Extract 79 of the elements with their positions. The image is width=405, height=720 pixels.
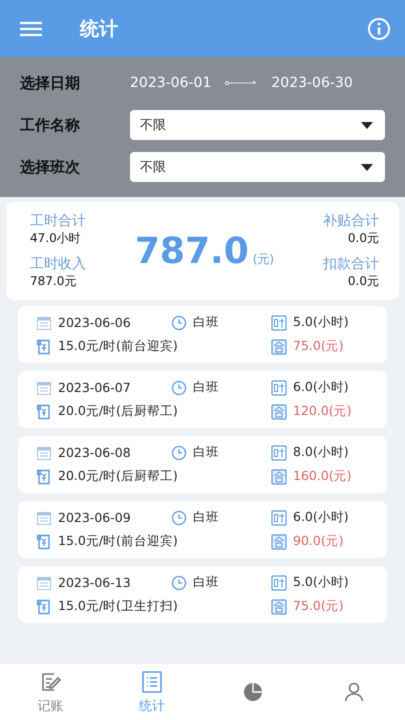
record-rate: 15.0元/时(前台迎宾)	[58, 533, 178, 550]
person-icon	[342, 680, 366, 704]
clock-icon	[171, 510, 187, 526]
record-date: 2023-06-08	[58, 445, 131, 460]
scroll-icon	[36, 598, 52, 614]
dropdown-icon	[361, 164, 373, 170]
record-card[interactable]: 2023-06-06 白班 5.0(小时) 15.0元/时(前台迎宾) 75.0(元)	[18, 306, 387, 363]
record-date: 2023-06-07	[58, 380, 131, 395]
stat-label: 工时合计	[30, 212, 86, 230]
menu-icon[interactable]	[20, 20, 42, 36]
work-label: 工作名称	[20, 116, 81, 134]
shift-dropdown[interactable]: 不限	[130, 152, 385, 182]
record-card[interactable]: 2023-06-07 白班 6.0(小时) 20.0元/时(后厨帮工) 120.0(元)	[18, 371, 387, 428]
stat-label: 扣款合计	[323, 255, 379, 273]
clock-icon	[171, 574, 187, 590]
total-icon	[271, 338, 287, 354]
total-icon	[271, 534, 287, 550]
total-icon	[271, 404, 287, 420]
work-dropdown[interactable]: 不限	[130, 110, 385, 140]
shift-label: 选择班次	[20, 158, 81, 176]
record-rate: 15.0元/时(卫生打扫)	[58, 598, 178, 615]
record-amount: 160.0(元)	[293, 468, 352, 485]
record-rate: 15.0元/时(前台迎宾)	[58, 338, 178, 355]
page-title: 统计	[80, 16, 119, 42]
arrow-icon	[225, 80, 258, 86]
record-date: 2023-06-06	[58, 315, 131, 330]
hour-icon	[271, 444, 287, 460]
stat-value: 0.0元	[348, 230, 379, 247]
record-amount: 90.0(元)	[293, 533, 344, 550]
scroll-icon	[36, 338, 52, 354]
scroll-icon	[36, 534, 52, 550]
hour-icon	[271, 510, 287, 526]
hour-icon	[271, 574, 287, 590]
info-icon[interactable]	[367, 16, 391, 40]
total-icon	[271, 468, 287, 484]
stat-value: 47.0小时	[30, 230, 82, 247]
scroll-icon	[36, 468, 52, 484]
record-date: 2023-06-13	[58, 575, 131, 590]
hour-icon	[271, 314, 287, 330]
record-hours: 6.0(小时)	[293, 379, 349, 396]
record-date: 2023-06-09	[58, 510, 131, 525]
calendar-icon	[36, 380, 52, 396]
record-amount: 75.0(元)	[293, 338, 344, 355]
record-hours: 5.0(小时)	[293, 574, 349, 591]
calendar-icon	[36, 574, 52, 590]
record-hours: 5.0(小时)	[293, 314, 349, 331]
record-card[interactable]: 2023-06-09 白班 6.0(小时) 15.0元/时(前台迎宾) 90.0(元)	[18, 501, 387, 558]
record-shift: 白班	[193, 509, 219, 526]
scroll-icon	[36, 404, 52, 420]
record-shift: 白班	[193, 444, 219, 461]
hour-icon	[271, 380, 287, 396]
record-shift: 白班	[193, 574, 219, 591]
total-amount: 787.0	[134, 230, 249, 272]
stat-label: 补贴合计	[323, 212, 379, 230]
calendar-icon	[36, 510, 52, 526]
stat-value: 787.0元	[30, 273, 78, 290]
date-label: 选择日期	[20, 74, 81, 92]
record-hours: 6.0(小时)	[293, 509, 349, 526]
unit-label: (元)	[252, 250, 274, 268]
record-amount: 75.0(元)	[293, 598, 344, 615]
nav-tab[interactable]: 记账	[0, 664, 102, 720]
record-card[interactable]: 2023-06-08 白班 8.0(小时) 20.0元/时(后厨帮工) 160.0(元)	[18, 436, 387, 493]
total-icon	[271, 598, 287, 614]
stat-value: 0.0元	[348, 273, 379, 290]
stat-label: 工时收入	[30, 255, 86, 273]
calendar-icon	[36, 444, 52, 460]
record-rate: 20.0元/时(后厨帮工)	[58, 468, 178, 485]
list-icon	[140, 670, 164, 694]
record-hours: 8.0(小时)	[293, 444, 349, 461]
calendar-icon	[36, 314, 52, 330]
record-card[interactable]: 2023-06-13 白班 5.0(小时) 15.0元/时(卫生打扫) 75.0(元)	[18, 566, 387, 623]
record-shift: 白班	[193, 379, 219, 396]
record-rate: 20.0元/时(后厨帮工)	[58, 403, 178, 420]
dropdown-icon	[361, 122, 373, 128]
record-shift: 白班	[193, 314, 219, 331]
clock-icon	[171, 444, 187, 460]
clock-icon	[171, 314, 187, 330]
record-amount: 120.0(元)	[293, 403, 352, 420]
clock-icon	[171, 380, 187, 396]
